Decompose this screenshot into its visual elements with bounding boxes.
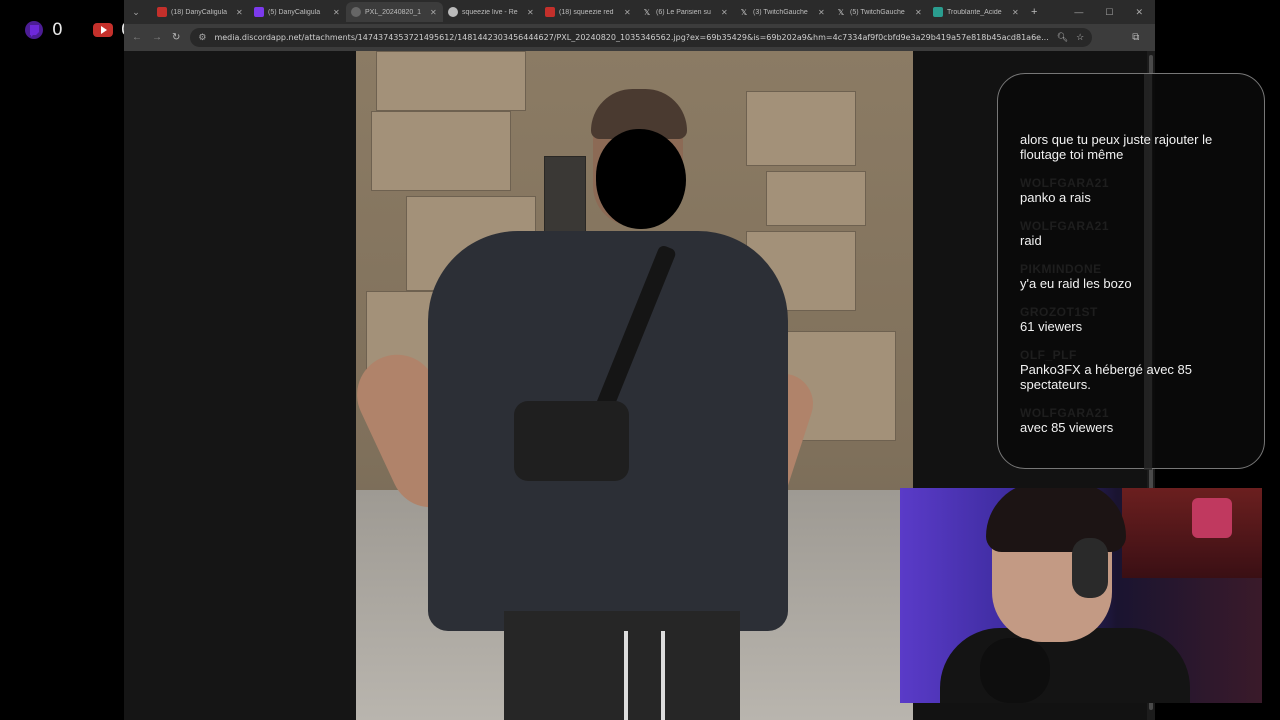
chat-message: OLF_PLF Panko3FX a hébergé avec 85 spect…: [1020, 348, 1242, 392]
globe-icon: [351, 7, 361, 17]
close-icon[interactable]: ✕: [527, 8, 535, 17]
stone-block: [766, 171, 866, 226]
close-icon[interactable]: ✕: [624, 8, 632, 17]
chat-username: OLF_PLF: [1020, 348, 1077, 362]
minimize-icon[interactable]: —: [1074, 7, 1083, 18]
close-icon[interactable]: ✕: [430, 8, 438, 17]
twitch-viewer-count: 0: [52, 20, 63, 40]
tab-2[interactable]: PXL_20240820_1 ✕: [346, 2, 443, 22]
zoom-icon[interactable]: 🔍︎: [1057, 32, 1068, 43]
forward-icon[interactable]: →: [152, 32, 162, 43]
chat-message: PIKMINDONE y'a eu raid les bozo: [1020, 262, 1242, 291]
page-background-left: [124, 51, 356, 720]
chat-message-text: panko a rais: [1020, 190, 1091, 205]
tab-1[interactable]: (5) DanyCaligula ✕: [249, 2, 346, 22]
maximize-icon[interactable]: ☐: [1105, 7, 1113, 18]
headset: [1072, 538, 1108, 598]
tab-strip: ⌄ (18) DanyCaligula ✕ (5) DanyCaligula ✕…: [124, 0, 1155, 24]
tab-title: (5) DanyCaligula: [268, 8, 321, 16]
close-icon[interactable]: ✕: [915, 8, 923, 17]
close-icon[interactable]: ✕: [333, 8, 341, 17]
stone-block: [371, 111, 511, 191]
crossbody-bag: [514, 401, 629, 481]
youtube-icon: [157, 7, 167, 17]
chat-message-text: Panko3FX a hébergé avec 85 spectateurs.: [1020, 362, 1193, 392]
tab-search-icon[interactable]: ⌄: [130, 6, 142, 18]
tab-4[interactable]: (18) squeezie red ✕: [540, 2, 637, 22]
close-icon[interactable]: ✕: [236, 8, 244, 17]
tab-3[interactable]: squeezie live - Re ✕: [443, 2, 540, 22]
tab-title: (3) TwitchGauche: [753, 8, 808, 16]
drawstring: [661, 631, 665, 720]
tab-0[interactable]: (18) DanyCaligula ✕: [152, 2, 249, 22]
stream-scene: 0 0 ⌄ (18) DanyCaligula ✕ (5) DanyCaligu…: [0, 0, 1280, 720]
chat-message: WOLFGARA21 raid: [1020, 219, 1242, 248]
site-info-icon[interactable]: ⚙: [198, 32, 206, 43]
google-icon: [448, 7, 458, 17]
viewer-counters: 0 0: [24, 20, 132, 40]
url-text[interactable]: media.discordapp.net/attachments/1474374…: [214, 33, 1048, 42]
bookmark-star-icon[interactable]: ☆: [1076, 32, 1084, 43]
wall-plaque: [544, 156, 586, 236]
tab-7[interactable]: 𝕏 (5) TwitchGauche ✕: [831, 2, 928, 22]
reload-icon[interactable]: ↻: [172, 32, 180, 43]
close-window-icon[interactable]: ✕: [1135, 7, 1143, 18]
chat-message: WOLFGARA21 panko a rais: [1020, 176, 1242, 205]
window-controls: — ☐ ✕: [1074, 7, 1155, 18]
x-icon: 𝕏: [643, 7, 651, 17]
chat-message-text: alors que tu peux juste rajouter le flou…: [1020, 132, 1213, 162]
chat-username: WOLFGARA21: [1020, 176, 1109, 190]
chat-username: GROZOT1ST: [1020, 305, 1098, 319]
new-tab-icon[interactable]: +: [1031, 6, 1037, 18]
chat-message-text: raid: [1020, 233, 1042, 248]
webcam-feed: [900, 488, 1262, 703]
face-redaction-mask: [596, 129, 686, 229]
extensions-icon[interactable]: ⧉: [1132, 32, 1139, 43]
chat-message-text: 61 viewers: [1020, 319, 1083, 334]
chat-username: WOLFGARA21: [1020, 219, 1109, 233]
address-bar[interactable]: ⚙ media.discordapp.net/attachments/14743…: [190, 28, 1093, 47]
close-icon[interactable]: ✕: [1012, 8, 1020, 17]
tab-icon: [933, 7, 943, 17]
stone-block: [376, 51, 526, 111]
tab-5[interactable]: 𝕏 (6) Le Parisien su ✕: [637, 2, 734, 22]
tab-title: PXL_20240820_1: [365, 8, 422, 16]
streamer-hair: [986, 488, 1126, 552]
chat-message-text: y'a eu raid les bozo: [1020, 276, 1132, 291]
browser-toolbar: ← → ↻ ⚙ media.discordapp.net/attachments…: [124, 24, 1155, 51]
tab-title: (6) Le Parisien su: [656, 8, 711, 16]
chat-message: alors que tu peux juste rajouter le flou…: [1020, 132, 1242, 162]
tab-title: (5) TwitchGauche: [850, 8, 905, 16]
chat-overlay: alors que tu peux juste rajouter le flou…: [997, 73, 1265, 470]
chat-message-text: avec 85 viewers: [1020, 420, 1114, 435]
chat-username: WOLFGARA21: [1020, 406, 1109, 420]
tab-6[interactable]: 𝕏 (3) TwitchGauche ✕: [734, 2, 831, 22]
back-icon[interactable]: ←: [132, 32, 142, 43]
twitch-icon: [254, 7, 264, 17]
x-icon: 𝕏: [837, 7, 845, 17]
microphone: [980, 638, 1050, 703]
youtube-icon: [545, 7, 555, 17]
tab-8[interactable]: Troublante_Acide ✕: [928, 2, 1025, 22]
x-icon: 𝕏: [740, 7, 748, 17]
chat-username: PIKMINDONE: [1020, 262, 1102, 276]
displayed-photo[interactable]: [356, 51, 913, 720]
drawstring: [624, 631, 628, 720]
youtube-icon: [92, 23, 113, 37]
close-icon[interactable]: ✕: [721, 8, 729, 17]
close-icon[interactable]: ✕: [818, 8, 826, 17]
chat-message: WOLFGARA21 avec 85 viewers: [1020, 406, 1242, 435]
tab-title: Troublante_Acide: [947, 8, 1002, 16]
person-pants: [504, 611, 740, 720]
twitch-counter: 0: [24, 20, 63, 40]
background-lamp: [1192, 498, 1232, 538]
tab-title: squeezie live - Re: [462, 8, 518, 16]
tab-title: (18) DanyCaligula: [171, 8, 228, 16]
tab-title: (18) squeezie red: [559, 8, 614, 16]
twitch-icon: [25, 21, 43, 39]
stone-block: [746, 91, 856, 166]
chat-message: GROZOT1ST 61 viewers: [1020, 305, 1242, 334]
